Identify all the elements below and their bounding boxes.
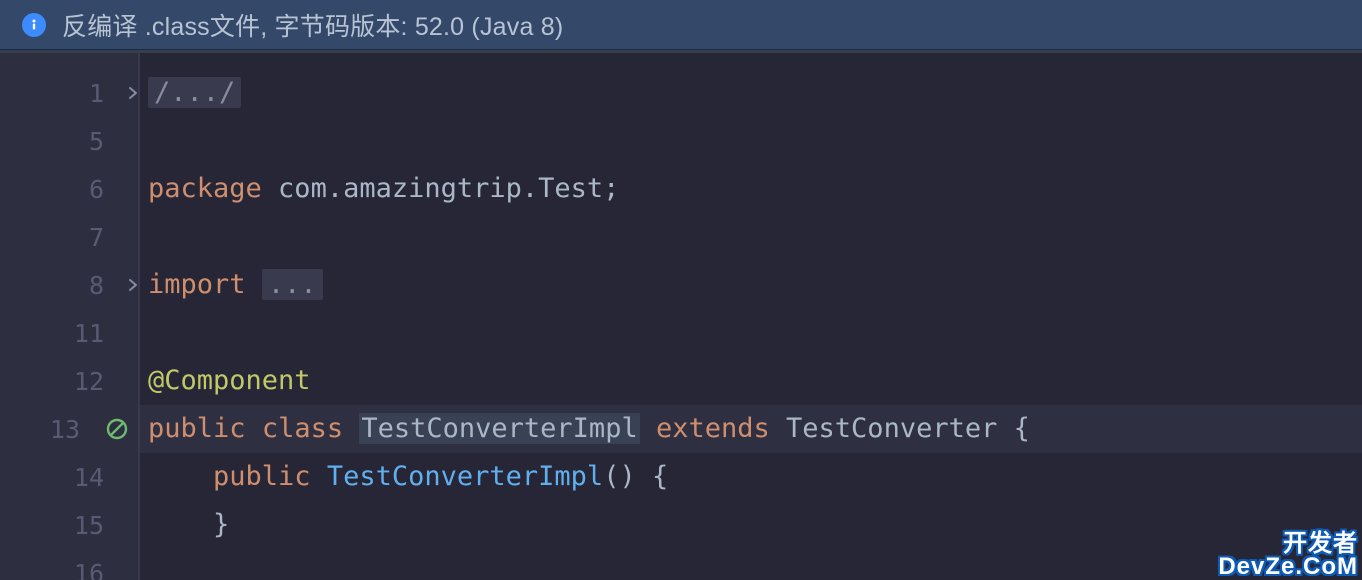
gutter-row: 15: [0, 501, 138, 549]
prohibit-icon: [106, 418, 128, 440]
code-line[interactable]: [140, 309, 1362, 357]
info-icon: [22, 13, 46, 37]
banner-text: 反编译 .class文件, 字节码版本: 52.0 (Java 8): [62, 7, 563, 43]
notification-banner: 反编译 .class文件, 字节码版本: 52.0 (Java 8): [0, 0, 1362, 50]
fold-placeholder[interactable]: /.../: [148, 77, 241, 108]
gutter-row: 12: [0, 357, 138, 405]
code-line[interactable]: package com.amazingtrip.Test;: [140, 165, 1362, 213]
code-line[interactable]: /.../: [140, 69, 1362, 117]
gutter-row: 6: [0, 165, 138, 213]
code-line[interactable]: [140, 117, 1362, 165]
line-number: 1: [89, 79, 104, 108]
gutter-row: 14: [0, 453, 138, 501]
code-editor[interactable]: 15678111213141516 /.../package com.amazi…: [0, 50, 1362, 580]
code-line[interactable]: [140, 549, 1362, 580]
code-line[interactable]: @Component: [140, 357, 1362, 405]
line-number: 16: [74, 559, 104, 580]
line-number: 8: [89, 271, 104, 300]
gutter-row: 1: [0, 69, 138, 117]
gutter-row: 8: [0, 261, 138, 309]
line-number: 12: [74, 367, 104, 396]
line-number: 15: [74, 511, 104, 540]
code-line[interactable]: }: [140, 501, 1362, 549]
line-number: 14: [74, 463, 104, 492]
line-number: 5: [89, 127, 104, 156]
code-line[interactable]: import ...: [140, 261, 1362, 309]
line-number: 11: [74, 319, 104, 348]
code-line[interactable]: public class TestConverterImpl extends T…: [140, 405, 1362, 453]
gutter-row: 11: [0, 309, 138, 357]
fold-chevron-icon[interactable]: [126, 278, 140, 292]
fold-placeholder[interactable]: ...: [262, 269, 323, 300]
gutter-row: 16: [0, 549, 138, 580]
code-line[interactable]: public TestConverterImpl() {: [140, 453, 1362, 501]
line-number: 6: [89, 175, 104, 204]
line-number: 13: [50, 415, 80, 444]
code-line[interactable]: [140, 213, 1362, 261]
gutter-row: 5: [0, 117, 138, 165]
fold-chevron-icon[interactable]: [126, 86, 140, 100]
gutter-row: 7: [0, 213, 138, 261]
gutter-row: 13: [0, 405, 138, 453]
code-area[interactable]: /.../ package com.amazingtrip.Test; import…: [140, 53, 1362, 580]
line-number: 7: [89, 223, 104, 252]
gutter: 15678111213141516: [0, 53, 140, 580]
